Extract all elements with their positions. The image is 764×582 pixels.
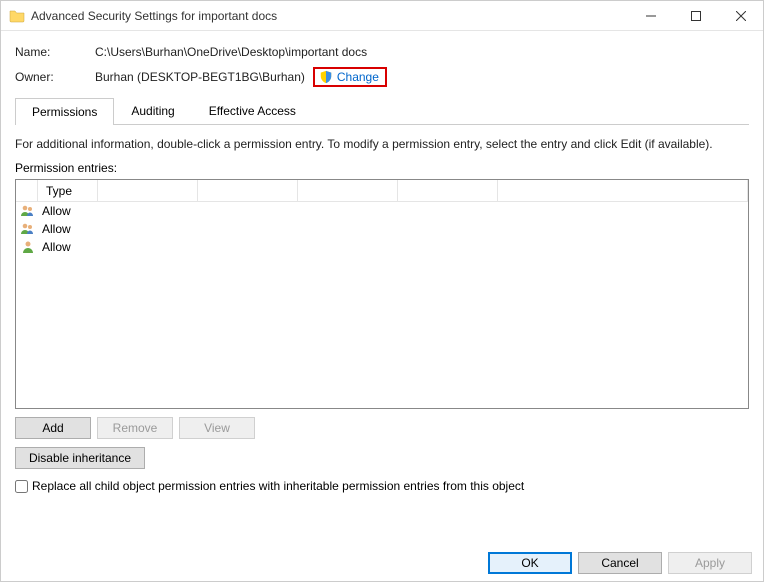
dialog-content: Name: C:\Users\Burhan\OneDrive\Desktop\i… [1, 31, 763, 501]
user-group-icon [20, 203, 36, 219]
replace-children-label: Replace all child object permission entr… [32, 479, 524, 493]
add-button[interactable]: Add [15, 417, 91, 439]
name-label: Name: [15, 45, 95, 59]
name-value: C:\Users\Burhan\OneDrive\Desktop\importa… [95, 45, 367, 59]
tab-bar: Permissions Auditing Effective Access [15, 97, 749, 125]
tab-permissions[interactable]: Permissions [15, 98, 114, 125]
list-header-icon[interactable] [16, 180, 38, 201]
shield-icon [319, 70, 333, 84]
apply-button: Apply [668, 552, 752, 574]
entry-buttons: Add Remove View [15, 417, 749, 439]
list-header-col4[interactable] [198, 180, 298, 201]
disable-inheritance-button[interactable]: Disable inheritance [15, 447, 145, 469]
list-item-type: Allow [42, 204, 71, 218]
list-header-col3[interactable] [98, 180, 198, 201]
hint-text: For additional information, double-click… [15, 137, 749, 151]
permission-entries-list[interactable]: Type Allow Allow Allow [15, 179, 749, 409]
titlebar: Advanced Security Settings for important… [1, 1, 763, 31]
maximize-button[interactable] [673, 1, 718, 31]
window-controls [628, 1, 763, 31]
list-header: Type [16, 180, 748, 202]
owner-value: Burhan (DESKTOP-BEGT1BG\Burhan) [95, 70, 305, 84]
view-button: View [179, 417, 255, 439]
tab-effective-access[interactable]: Effective Access [192, 97, 313, 124]
name-row: Name: C:\Users\Burhan\OneDrive\Desktop\i… [15, 45, 749, 59]
list-header-col6[interactable] [398, 180, 498, 201]
user-single-icon [20, 239, 36, 255]
list-item-type: Allow [42, 222, 71, 236]
change-link-text: Change [337, 70, 379, 84]
replace-children-checkbox[interactable]: Replace all child object permission entr… [15, 479, 749, 493]
user-group-icon [20, 221, 36, 237]
dialog-footer: OK Cancel Apply [488, 552, 752, 574]
change-owner-link[interactable]: Change [313, 67, 387, 87]
folder-icon [9, 8, 25, 24]
replace-children-checkbox-input[interactable] [15, 480, 28, 493]
inheritance-buttons: Disable inheritance [15, 447, 749, 469]
cancel-button[interactable]: Cancel [578, 552, 662, 574]
list-item[interactable]: Allow [16, 238, 748, 256]
list-header-col7[interactable] [498, 180, 748, 201]
list-header-type[interactable]: Type [38, 180, 98, 201]
tab-auditing[interactable]: Auditing [114, 97, 191, 124]
window-title: Advanced Security Settings for important… [31, 9, 628, 23]
list-item[interactable]: Allow [16, 202, 748, 220]
list-header-col5[interactable] [298, 180, 398, 201]
remove-button: Remove [97, 417, 173, 439]
owner-label: Owner: [15, 70, 95, 84]
entries-label: Permission entries: [15, 161, 749, 175]
close-button[interactable] [718, 1, 763, 31]
list-item-type: Allow [42, 240, 71, 254]
ok-button[interactable]: OK [488, 552, 572, 574]
owner-row: Owner: Burhan (DESKTOP-BEGT1BG\Burhan) C… [15, 67, 749, 87]
minimize-button[interactable] [628, 1, 673, 31]
list-item[interactable]: Allow [16, 220, 748, 238]
